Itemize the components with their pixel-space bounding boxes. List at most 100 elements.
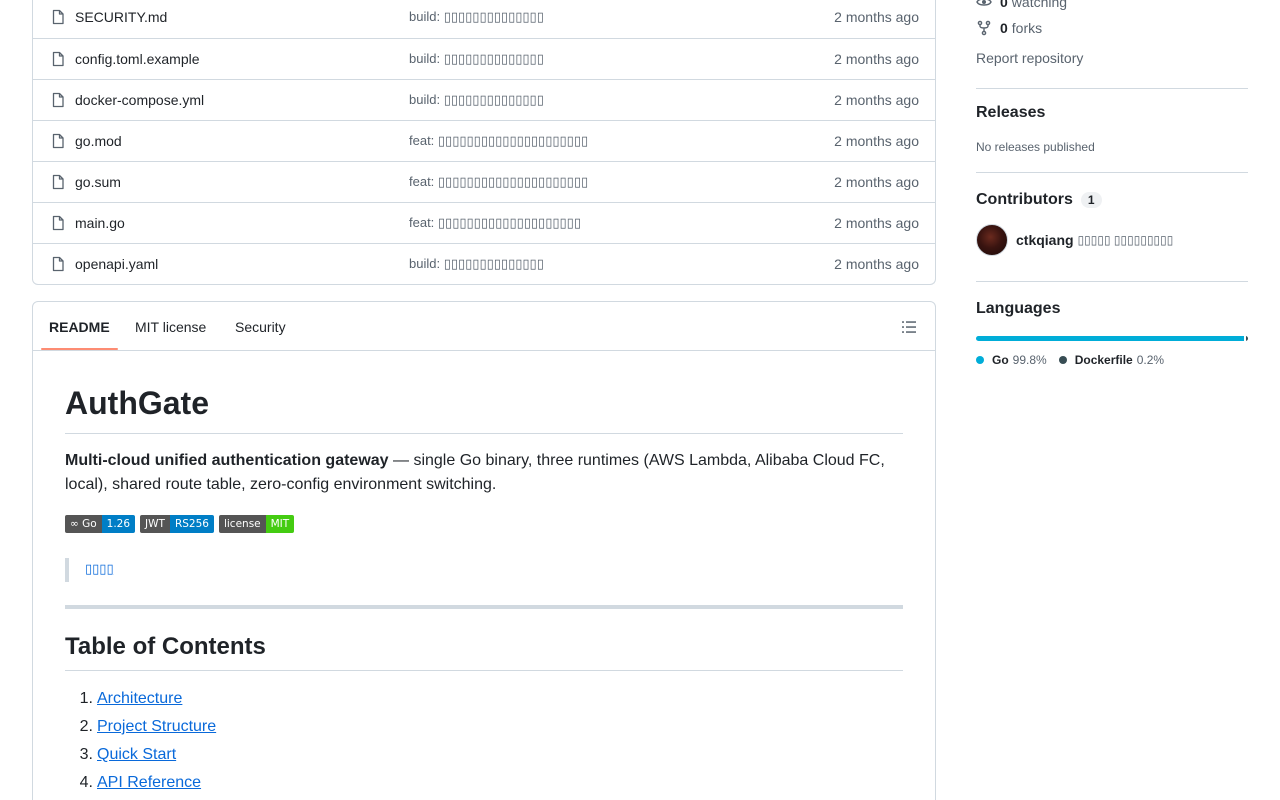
badge[interactable]: JWT RS256 — [140, 515, 214, 533]
language-bar-segment — [976, 336, 1244, 341]
language-percent: 0.2% — [1136, 353, 1165, 367]
badge-value: RS256 — [169, 515, 214, 533]
commit-message[interactable]: feat: ▯▯▯▯▯▯▯▯▯▯▯▯▯▯▯▯▯▯▯▯▯ — [409, 174, 588, 190]
commit-message[interactable]: build: ▯▯▯▯▯▯▯▯▯▯▯▯▯▯ — [409, 256, 544, 272]
watching-stat[interactable]: 0 watching — [976, 0, 1067, 10]
contributor-name[interactable]: ctkqiang — [1016, 232, 1074, 248]
toc-number: 1. — [79, 690, 93, 707]
file-name[interactable]: docker-compose.yml — [75, 92, 204, 108]
contributors-heading[interactable]: Contributors 1 — [976, 191, 1102, 209]
watching-label: watching — [1011, 0, 1068, 10]
avatar[interactable] — [976, 224, 1008, 256]
contributor-item[interactable]: ctkqiang ▯▯▯▯▯ ▯▯▯▯▯▯▯▯▯ — [976, 224, 1173, 256]
commit-time: 2 months ago — [834, 92, 919, 108]
tab-security[interactable]: Security — [235, 319, 286, 335]
language-item[interactable]: Dockerfile 0.2% — [1058, 353, 1165, 367]
contributors-label: Contributors — [976, 191, 1073, 208]
file-icon — [52, 215, 64, 231]
file-icon — [52, 9, 64, 25]
language-link[interactable]: ▯▯▯▯ — [85, 561, 114, 576]
file-icon — [52, 174, 64, 190]
report-repository-link[interactable]: Report repository — [976, 50, 1083, 66]
commit-time: 2 months ago — [834, 9, 919, 25]
toc-link[interactable]: API Reference — [97, 771, 201, 799]
badge-value: MIT — [265, 515, 295, 533]
file-row[interactable]: SECURITY.md build: ▯▯▯▯▯▯▯▯▯▯▯▯▯▯ 2 months… — [33, 0, 935, 38]
tab-readme[interactable]: README — [49, 319, 110, 335]
toc-item: 1. Architecture — [65, 687, 216, 715]
language-blockquote: ▯▯▯▯ — [65, 558, 114, 582]
section-divider — [976, 281, 1248, 282]
file-name[interactable]: go.mod — [75, 133, 122, 149]
toc-item: 4. API Reference — [65, 771, 216, 799]
file-name[interactable]: SECURITY.md — [75, 9, 167, 25]
badge-label: ∞ Go — [65, 515, 102, 533]
releases-heading[interactable]: Releases — [976, 104, 1045, 122]
toc-number: 2. — [79, 718, 93, 735]
readme-intro: Multi-cloud unified authentication gatew… — [65, 449, 903, 497]
file-row[interactable]: go.sum feat: ▯▯▯▯▯▯▯▯▯▯▯▯▯▯▯▯▯▯▯▯▯ 2 month… — [33, 161, 935, 202]
file-icon — [52, 133, 64, 149]
no-releases-text: No releases published — [976, 140, 1095, 154]
commit-time: 2 months ago — [834, 174, 919, 190]
file-name[interactable]: go.sum — [75, 174, 121, 190]
toc-number: 4. — [79, 774, 93, 791]
toc-link[interactable]: Quick Start — [97, 743, 176, 771]
outline-icon[interactable] — [901, 319, 917, 335]
languages-heading: Languages — [976, 300, 1061, 317]
readme-tab-bar: README MIT license Security — [33, 302, 935, 351]
readme-panel: README MIT license Security AuthGate Mul… — [32, 301, 936, 800]
file-row[interactable]: docker-compose.yml build: ▯▯▯▯▯▯▯▯▯▯▯▯▯▯ 2… — [33, 79, 935, 120]
language-color-dot — [1058, 356, 1067, 364]
readme-title: AuthGate — [65, 385, 209, 421]
toc-link[interactable]: Architecture — [97, 687, 182, 715]
badge-row: ∞ Go 1.26 JWT RS256 license MIT — [65, 515, 295, 533]
commit-message[interactable]: feat: ▯▯▯▯▯▯▯▯▯▯▯▯▯▯▯▯▯▯▯▯▯ — [409, 133, 588, 149]
file-row[interactable]: main.go feat: ▯▯▯▯▯▯▯▯▯▯▯▯▯▯▯▯▯▯▯▯ 2 month… — [33, 202, 935, 243]
active-tab-indicator — [41, 348, 118, 350]
forks-count: 0 — [1000, 20, 1008, 36]
commit-message[interactable]: feat: ▯▯▯▯▯▯▯▯▯▯▯▯▯▯▯▯▯▯▯▯ — [409, 215, 581, 231]
fork-icon — [977, 20, 991, 36]
commit-time: 2 months ago — [834, 133, 919, 149]
commit-message[interactable]: build: ▯▯▯▯▯▯▯▯▯▯▯▯▯▯ — [409, 92, 544, 108]
file-icon — [52, 256, 64, 272]
forks-stat[interactable]: 0 forks — [976, 20, 1042, 36]
badge[interactable]: license MIT — [218, 515, 295, 533]
section-divider — [976, 172, 1248, 173]
toc-item: 3. Quick Start — [65, 743, 216, 771]
language-item[interactable]: Go 99.8% — [976, 353, 1047, 367]
language-name: Go — [992, 353, 1009, 367]
contributors-count: 1 — [1080, 192, 1102, 208]
horizontal-rule — [65, 605, 903, 609]
file-name[interactable]: config.toml.example — [75, 51, 200, 67]
file-name[interactable]: openapi.yaml — [75, 256, 158, 272]
language-legend: Go 99.8% Dockerfile 0.2% — [976, 353, 1176, 367]
tab-license[interactable]: MIT license — [135, 319, 206, 335]
section-divider — [976, 88, 1248, 89]
toc-list: 1. Architecture 2. Project Structure 3. Quick… — [65, 687, 217, 799]
commit-message[interactable]: build: ▯▯▯▯▯▯▯▯▯▯▯▯▯▯ — [409, 51, 544, 67]
commit-time: 2 months ago — [834, 215, 919, 231]
intro-bold: Multi-cloud unified authentication gatew… — [65, 452, 389, 469]
commit-message[interactable]: build: ▯▯▯▯▯▯▯▯▯▯▯▯▯▯ — [409, 9, 544, 25]
toc-link[interactable]: Project Structure — [97, 715, 216, 743]
badge-value: 1.26 — [101, 515, 136, 533]
toc-number: 3. — [79, 746, 93, 763]
file-icon — [52, 92, 64, 108]
toc-divider — [65, 670, 903, 671]
file-icon — [52, 51, 64, 67]
badge[interactable]: ∞ Go 1.26 — [65, 515, 136, 533]
language-bar-segment — [1246, 336, 1248, 341]
commit-time: 2 months ago — [834, 51, 919, 67]
badge-label: license — [218, 515, 266, 533]
toc-item: 2. Project Structure — [65, 715, 217, 743]
file-row[interactable]: openapi.yaml build: ▯▯▯▯▯▯▯▯▯▯▯▯▯▯ 2 month… — [33, 243, 935, 284]
contributor-fullname: ▯▯▯▯▯ ▯▯▯▯▯▯▯▯▯ — [1077, 233, 1174, 247]
file-name[interactable]: main.go — [75, 215, 125, 231]
file-row[interactable]: config.toml.example build: ▯▯▯▯▯▯▯▯▯▯▯▯▯▯… — [33, 38, 935, 79]
title-divider — [65, 433, 903, 434]
toc-heading: Table of Contents — [65, 633, 266, 660]
forks-label: forks — [1011, 20, 1043, 36]
file-row[interactable]: go.mod feat: ▯▯▯▯▯▯▯▯▯▯▯▯▯▯▯▯▯▯▯▯▯ 2 month… — [33, 120, 935, 161]
